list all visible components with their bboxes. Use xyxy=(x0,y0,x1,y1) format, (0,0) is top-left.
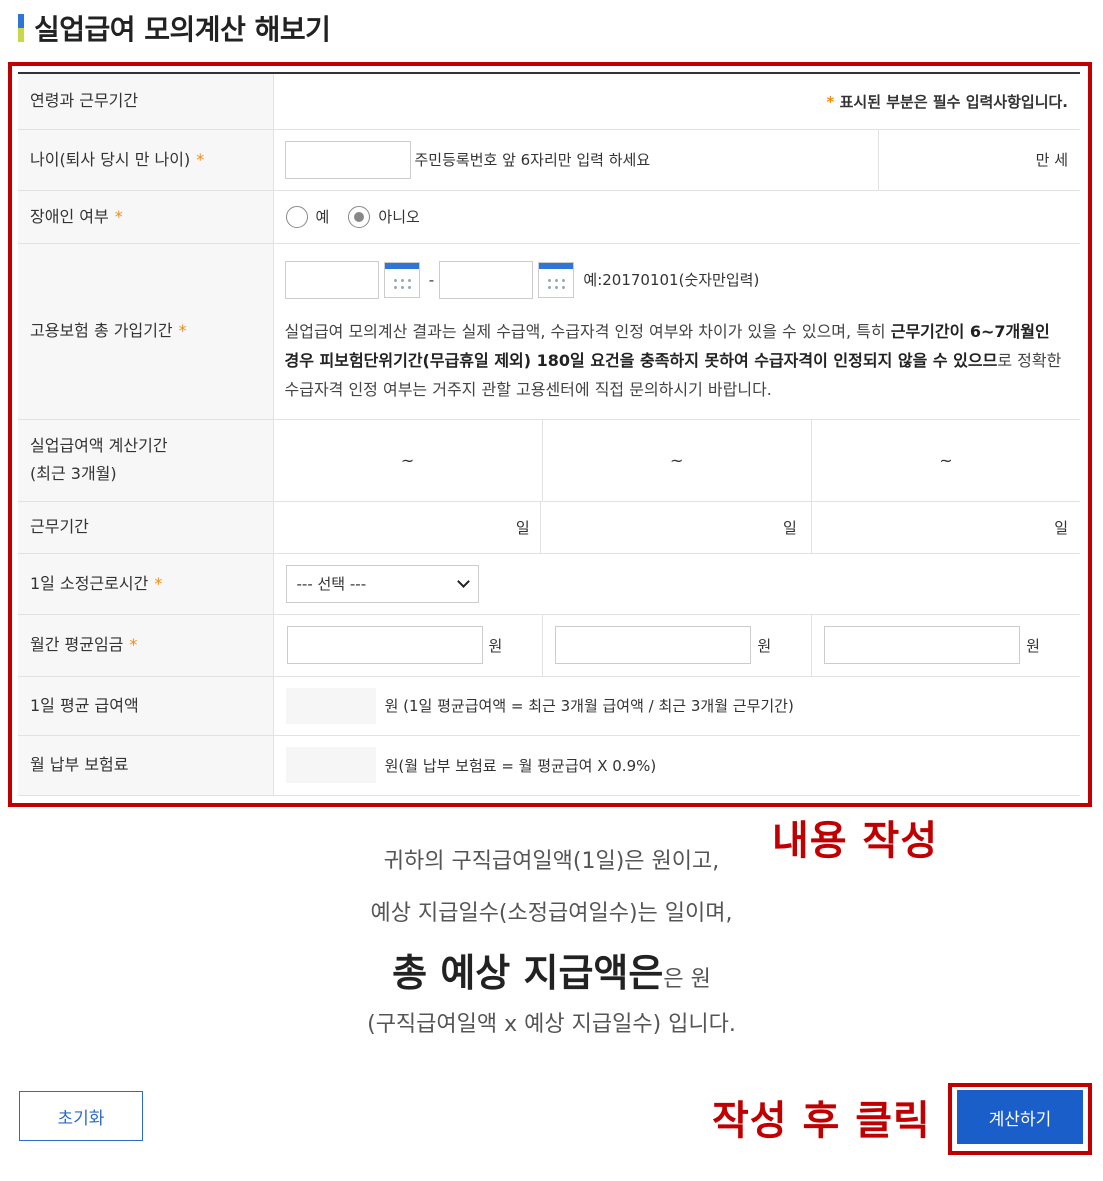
title-accent-bar xyxy=(18,14,24,42)
result-total: 총 예상 지급액은은 원 xyxy=(0,942,1103,997)
page-title: 실업급여 모의계산 해보기 xyxy=(18,12,331,46)
form-highlight-frame xyxy=(8,62,1092,807)
result-line-1: 귀하의 구직급여일액(1일)은 원이고, xyxy=(383,849,720,874)
annotation-click: 작성 후 클릭 xyxy=(712,1098,931,1144)
result-total-suffix: 은 원 xyxy=(663,967,711,992)
calculate-button[interactable]: 계산하기 xyxy=(957,1090,1083,1144)
page-title-text: 실업급여 모의계산 해보기 xyxy=(34,13,331,46)
result-line-2: 예상 지급일수(소정급여일수)는 일이며, xyxy=(370,901,733,926)
result-line-4: (구직급여일액 x 예상 지급일수) 입니다. xyxy=(367,1012,736,1037)
result-total-label: 총 예상 지급액은 xyxy=(392,951,664,995)
reset-button[interactable]: 초기화 xyxy=(19,1091,143,1141)
